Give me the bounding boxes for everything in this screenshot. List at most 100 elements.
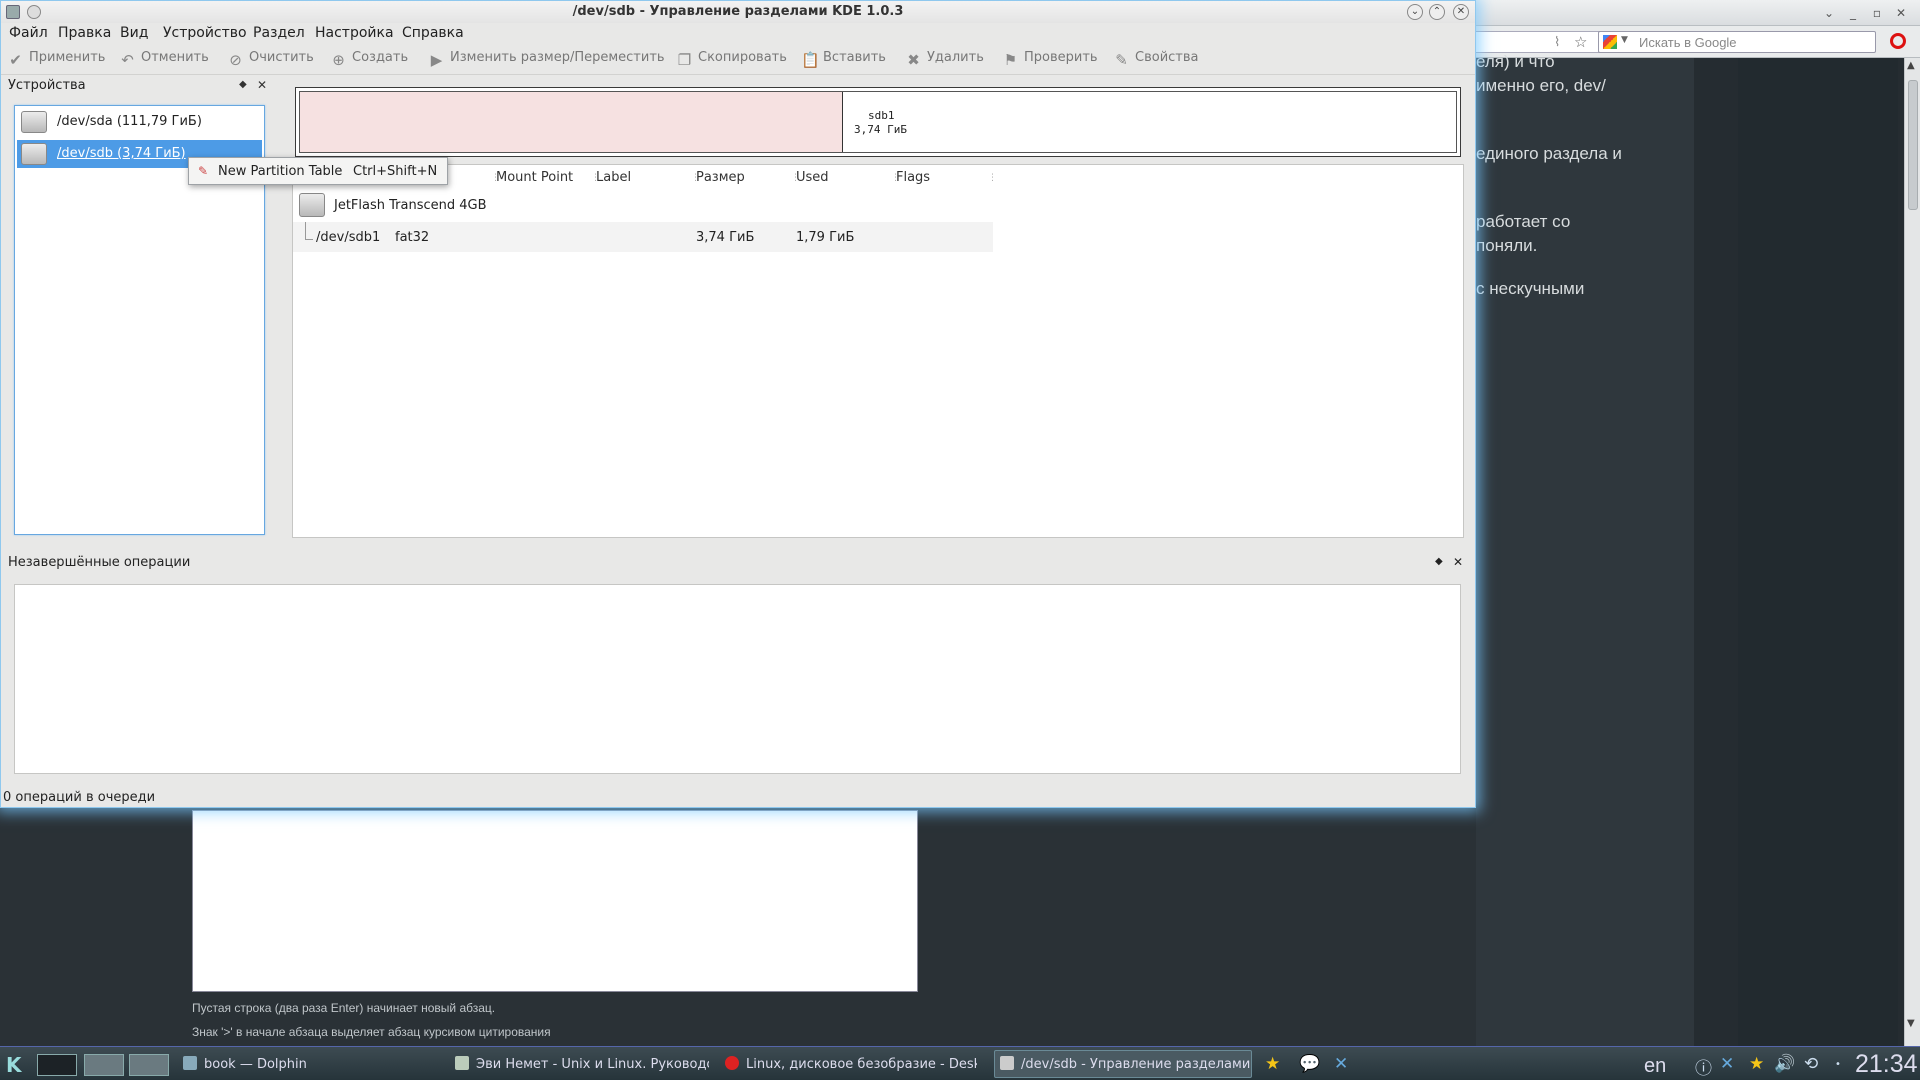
- volume-icon[interactable]: 🔊: [1774, 1054, 1795, 1074]
- device-label: /dev/sda (111,79 ГиБ): [57, 114, 202, 129]
- partition-manager-icon: [1000, 1056, 1014, 1070]
- partition-graph-name: sdb1: [868, 109, 895, 122]
- virtual-desktop-3[interactable]: [129, 1054, 169, 1076]
- google-search-input[interactable]: ▼ Искать в Google: [1598, 31, 1876, 53]
- check-button[interactable]: ⚑ Проверить: [1002, 50, 1098, 69]
- dolphin-icon: [183, 1056, 197, 1070]
- minimize-icon[interactable]: ⌄: [1407, 4, 1423, 20]
- maximize-icon[interactable]: ▫: [1870, 6, 1884, 20]
- device-name: JetFlash Transcend 4GB: [334, 198, 487, 213]
- partition-table-icon: ✎: [198, 164, 209, 178]
- editor-hint: Знак '>' в начале абзаца выделяет абзац …: [192, 1025, 551, 1039]
- partition-bar-sdb1[interactable]: sdb1 3,74 ГиБ: [299, 91, 1457, 153]
- column-header-label[interactable]: Label: [596, 170, 631, 185]
- network-manager-icon[interactable]: ✕: [1334, 1054, 1348, 1074]
- table-row-device[interactable]: JetFlash Transcend 4GB: [299, 191, 899, 219]
- minimize-icon[interactable]: _: [1846, 6, 1860, 20]
- close-panel-icon[interactable]: ✕: [1453, 555, 1463, 569]
- opera-icon[interactable]: [1890, 33, 1906, 49]
- browser-url-field[interactable]: ⌇ ☆: [1476, 31, 1600, 53]
- scroll-down-icon[interactable]: ▼: [1907, 1018, 1915, 1029]
- browser-titlebar: ⌄ _ ▫ ✕: [1476, 0, 1920, 26]
- task-book-reader[interactable]: Эви Немет - Unix и Linux. Руководство: [455, 1056, 709, 1072]
- article-text-line: единого раздела и: [1476, 144, 1622, 163]
- cell-filesystem: fat32: [395, 230, 430, 245]
- keyboard-layout-indicator[interactable]: en: [1644, 1055, 1666, 1078]
- tray-expand-icon[interactable]: •: [1835, 1059, 1841, 1070]
- pending-ops-title: Незавершённые операции: [8, 555, 191, 570]
- clear-button[interactable]: ⊘ Очистить: [227, 50, 314, 69]
- clock[interactable]: 21:34: [1855, 1050, 1918, 1079]
- menu-partition[interactable]: Раздел: [253, 25, 305, 41]
- window-title: /dev/sdb - Управление разделами KDE 1.0.…: [572, 4, 904, 19]
- network-icon[interactable]: ✕: [1720, 1054, 1734, 1074]
- resize-move-button[interactable]: ▶ Изменить размер/Переместить: [428, 50, 665, 69]
- virtual-desktop-1[interactable]: [37, 1054, 77, 1076]
- kde-menu-icon[interactable]: K: [6, 1053, 28, 1077]
- article-text-line: работает со: [1476, 212, 1571, 231]
- favorites-icon[interactable]: ★: [1749, 1054, 1764, 1074]
- copy-icon: ❐: [677, 51, 692, 69]
- info-icon[interactable]: ⓘ: [1695, 1054, 1712, 1079]
- opera-icon: [725, 1056, 739, 1070]
- menu-file[interactable]: Файл: [9, 25, 48, 41]
- chat-icon[interactable]: 💬: [1299, 1054, 1320, 1074]
- menu-device[interactable]: Устройство: [163, 25, 247, 41]
- partition-used-space: [300, 92, 843, 152]
- column-header-used[interactable]: Used: [796, 170, 829, 185]
- menu-help[interactable]: Справка: [402, 25, 464, 41]
- device-item-sda[interactable]: /dev/sda (111,79 ГиБ): [17, 108, 262, 136]
- properties-button[interactable]: ✎ Свойства: [1113, 50, 1198, 69]
- scroll-up-icon[interactable]: ▲: [1907, 60, 1915, 71]
- cell-size: 3,74 ГиБ: [696, 230, 755, 245]
- hard-disk-icon: [299, 193, 325, 217]
- copy-button[interactable]: ❐ Скопировать: [676, 50, 787, 69]
- column-header-flags[interactable]: Flags: [896, 170, 930, 185]
- article-text-line: именно его, dev/: [1476, 76, 1606, 95]
- status-text: 0 операций в очереди: [3, 790, 156, 805]
- toolbar: ✔ Применить ↶ Отменить ⊘ Очистить ⊕ Создать …: [1, 45, 1475, 75]
- paste-button[interactable]: 📋 Вставить: [801, 50, 886, 69]
- browser-scrollbar[interactable]: ▲ ▼: [1904, 58, 1920, 1046]
- task-dolphin[interactable]: book — Dolphin: [183, 1056, 443, 1072]
- comment-textarea[interactable]: [192, 810, 918, 992]
- create-button[interactable]: ⊕ Создать: [330, 50, 408, 69]
- column-header-size[interactable]: Размер: [696, 170, 745, 185]
- rss-icon[interactable]: ⌇: [1554, 35, 1560, 50]
- undo-button[interactable]: ↶ Отменить: [119, 50, 209, 69]
- star-icon[interactable]: ★: [1265, 1054, 1280, 1074]
- browser-content: еля) и что именно его, dev/ единого разд…: [1476, 52, 1920, 1046]
- virtual-desktop-2[interactable]: [84, 1054, 124, 1076]
- flag-icon: ⚑: [1003, 51, 1018, 69]
- close-panel-icon[interactable]: ✕: [257, 78, 267, 92]
- menu-settings[interactable]: Настройка: [315, 25, 394, 41]
- power-icon[interactable]: ⟲: [1804, 1054, 1818, 1074]
- browser-side-panel: [1738, 58, 1898, 1046]
- scrollbar-thumb[interactable]: [1908, 80, 1918, 210]
- float-panel-icon[interactable]: ◆: [239, 79, 247, 90]
- tree-branch: [305, 222, 313, 240]
- maximize-icon[interactable]: ⌃: [1429, 4, 1445, 20]
- bookmark-star-icon[interactable]: ☆: [1574, 33, 1587, 51]
- close-icon[interactable]: ✕: [1894, 6, 1908, 20]
- chevron-down-icon[interactable]: ⌄: [1822, 6, 1836, 20]
- partition-graph: sdb1 3,74 ГиБ: [295, 87, 1461, 157]
- close-icon[interactable]: ✕: [1453, 4, 1469, 20]
- menu-edit[interactable]: Правка: [58, 25, 111, 41]
- float-panel-icon[interactable]: ◆: [1435, 556, 1443, 567]
- chevron-down-icon[interactable]: ▼: [1621, 35, 1628, 45]
- devices-panel-header: Устройства ◆ ✕: [1, 75, 273, 97]
- menu-view[interactable]: Вид: [120, 25, 148, 41]
- table-row[interactable]: /dev/sdb1 fat32 3,74 ГиБ 1,79 ГиБ: [293, 222, 993, 252]
- apply-button[interactable]: ✔ Применить: [7, 50, 105, 69]
- pending-ops-header: Незавершённые операции ◆ ✕: [1, 553, 1475, 573]
- task-partition-manager[interactable]: /dev/sdb - Управление разделами KD: [994, 1050, 1252, 1078]
- column-header-mount-point[interactable]: Mount Point: [496, 170, 573, 185]
- new-partition-icon: ⊕: [332, 51, 345, 69]
- resize-icon: ▶: [430, 51, 443, 69]
- menu-item-new-partition-table[interactable]: ✎ New Partition Table Ctrl+Shift+N: [192, 161, 444, 181]
- window-titlebar[interactable]: /dev/sdb - Управление разделами KDE 1.0.…: [1, 1, 1475, 23]
- cell-used: 1,79 ГиБ: [796, 230, 855, 245]
- task-opera-browser[interactable]: Linux, дисковое безобразие - Desktop: [725, 1056, 977, 1072]
- delete-button[interactable]: ✖ Удалить: [905, 50, 984, 69]
